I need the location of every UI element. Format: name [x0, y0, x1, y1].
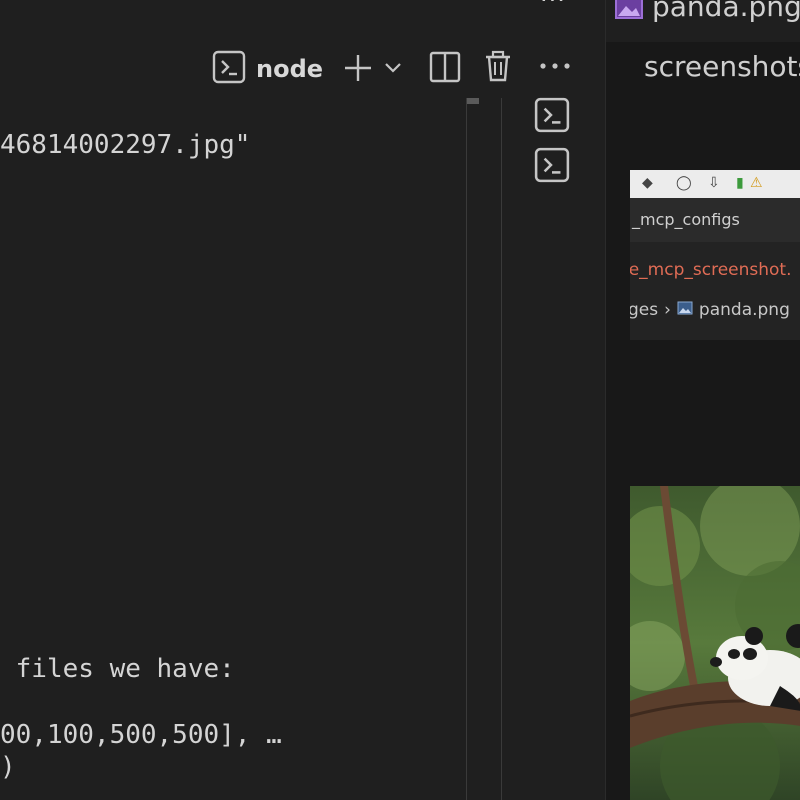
terminal-tab-label: node [256, 55, 324, 83]
terminal-icon [534, 97, 570, 133]
embedded-crumb-file: panda.png [698, 300, 790, 320]
embedded-crumb-prefix: ges [630, 300, 659, 320]
editor-tab[interactable]: panda.png [606, 0, 800, 42]
terminal-line: files we have: [0, 654, 235, 684]
terminal-list-item[interactable] [534, 97, 572, 135]
terminal-line: ) [0, 752, 16, 782]
bar-icon: ▮ [736, 175, 744, 191]
arrow-down-icon: ⇩ [708, 175, 720, 191]
image-file-icon [677, 300, 693, 320]
circle-icon: ◯ [676, 175, 692, 191]
image-file-icon [614, 0, 644, 24]
terminal-list-item[interactable] [534, 147, 572, 185]
terminal-scrollbar[interactable] [466, 98, 502, 800]
terminal-tab[interactable]: node [212, 50, 323, 88]
embedded-tab-label: _mcp_configs [632, 210, 740, 229]
editor-tab-label: panda.png [652, 0, 800, 23]
trash-icon[interactable] [482, 49, 514, 87]
embedded-tab-bar: _mcp_configs [630, 198, 800, 242]
terminal-output[interactable]: 46814002297.jpg" files we have: 00,100,5… [0, 0, 466, 800]
terminal-panel: 46814002297.jpg" files we have: 00,100,5… [0, 0, 605, 800]
split-editor-icon[interactable] [428, 50, 462, 88]
terminal-toolbar: node [0, 44, 605, 90]
terminal-line: 46814002297.jpg" [0, 130, 251, 160]
diamond-icon: ◆ [642, 175, 653, 191]
embedded-code-text: le_mcp_screenshot. [630, 260, 792, 280]
embedded-toolbar: ◆ ◯ ⇩ ▮ ⚠ [630, 170, 800, 198]
embedded-breadcrumb: ges › panda.png [630, 300, 790, 320]
more-actions-icon[interactable]: ··· [540, 0, 566, 14]
chevron-down-icon[interactable] [383, 58, 403, 82]
terminal-icon [534, 147, 570, 183]
more-actions-icon[interactable] [538, 54, 572, 82]
embedded-screenshot: ◆ ◯ ⇩ ▮ ⚠ _mcp_configs le_mcp_screenshot… [630, 170, 800, 340]
chevron-right-icon: › [664, 300, 671, 320]
image-preview-editor: panda.png screenshots ◆ ◯ ⇩ ▮ ⚠ _mcp_con… [605, 0, 800, 800]
terminal-line: 00,100,500,500], … [0, 720, 282, 750]
terminal-icon [212, 50, 246, 88]
warning-icon: ⚠ [750, 175, 763, 191]
breadcrumb[interactable]: screenshots [644, 50, 800, 83]
panda-image [630, 486, 800, 800]
plus-icon[interactable] [342, 52, 374, 88]
scroll-position-marker [467, 98, 479, 104]
